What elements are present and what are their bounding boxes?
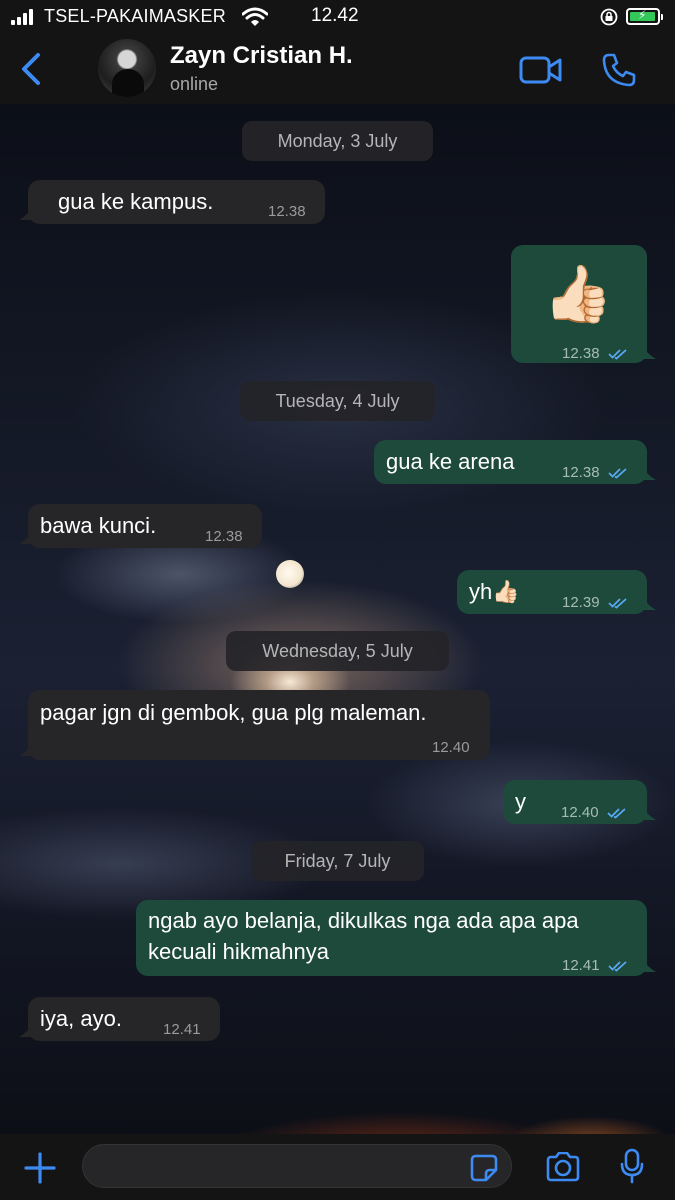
camera-icon[interactable] bbox=[545, 1152, 581, 1182]
bubble-tail bbox=[19, 530, 33, 544]
message-input[interactable] bbox=[82, 1144, 512, 1188]
message-time: 12.38 bbox=[205, 528, 243, 545]
read-receipt-icon bbox=[608, 961, 627, 972]
message-time: 12.40 bbox=[561, 799, 627, 827]
message-text-line-2: kecuali hikmahnya bbox=[148, 939, 329, 964]
message-time: 12.38 bbox=[268, 203, 306, 220]
outgoing-message[interactable]: gua ke arena 12.38 bbox=[374, 440, 656, 487]
date-separator: Tuesday, 4 July bbox=[240, 381, 435, 421]
incoming-message[interactable]: bawa kunci. 12.38 bbox=[19, 504, 262, 548]
back-button[interactable] bbox=[16, 52, 46, 86]
battery-icon: ⚡ bbox=[626, 8, 663, 25]
chat-messages[interactable]: Monday, 3 July gua ke kampus. 12.38 👍🏻 1… bbox=[0, 104, 675, 1134]
plus-icon[interactable] bbox=[24, 1152, 56, 1184]
bubble-tail bbox=[642, 806, 656, 820]
video-camera-icon[interactable] bbox=[519, 56, 563, 84]
message-text: y bbox=[515, 789, 526, 814]
message-time: 12.38 bbox=[562, 340, 628, 368]
message-time: 12.41 bbox=[562, 952, 628, 980]
bubble-tail bbox=[642, 345, 656, 359]
message-text-line-1: ngab ayo belanja, dikulkas nga ada apa a… bbox=[148, 908, 579, 933]
message-text: bawa kunci. bbox=[40, 513, 157, 538]
message-time: 12.41 bbox=[163, 1021, 201, 1038]
read-receipt-icon bbox=[607, 808, 626, 819]
carrier-name: TSEL-PAKAIMASKER bbox=[44, 6, 226, 26]
bubble-tail bbox=[19, 206, 33, 220]
rotation-lock-icon bbox=[600, 8, 618, 26]
message-text: pagar jgn di gembok, gua plg maleman. bbox=[40, 700, 427, 725]
incoming-message[interactable]: pagar jgn di gembok, gua plg maleman. 12… bbox=[19, 690, 490, 760]
bubble-tail bbox=[19, 742, 33, 756]
contact-name[interactable]: Zayn Cristian H. bbox=[170, 42, 353, 70]
sticker-icon[interactable] bbox=[470, 1154, 498, 1182]
message-input-bar bbox=[0, 1134, 675, 1200]
message-text: gua ke arena bbox=[386, 449, 515, 474]
chat-header: Zayn Cristian H. online bbox=[0, 34, 675, 104]
wifi-icon bbox=[242, 7, 268, 26]
thumbs-up-emoji: 👍🏻 bbox=[543, 262, 613, 325]
outgoing-message[interactable]: 👍🏻 12.38 bbox=[511, 245, 656, 363]
status-bar: TSEL-PAKAIMASKER 12.42 ⚡ bbox=[0, 0, 675, 34]
incoming-message[interactable]: iya, ayo. 12.41 bbox=[19, 997, 220, 1041]
date-separator: Monday, 3 July bbox=[242, 121, 433, 161]
incoming-message[interactable]: gua ke kampus. 12.38 bbox=[19, 180, 325, 224]
read-receipt-icon bbox=[608, 349, 627, 360]
message-time: 12.38 bbox=[562, 459, 628, 487]
signal-strength-icon bbox=[11, 9, 37, 25]
status-time: 12.42 bbox=[311, 5, 359, 26]
message-text: gua ke kampus. bbox=[58, 189, 214, 214]
message-text: yh👍🏻 bbox=[469, 579, 520, 604]
read-receipt-icon bbox=[608, 598, 627, 609]
contact-avatar[interactable] bbox=[98, 39, 156, 97]
date-separator: Friday, 7 July bbox=[251, 841, 424, 881]
bubble-tail bbox=[642, 466, 656, 480]
microphone-icon[interactable] bbox=[620, 1148, 644, 1184]
contact-status: online bbox=[170, 74, 219, 94]
phone-icon[interactable] bbox=[601, 52, 637, 88]
outgoing-message[interactable]: yh👍🏻 12.39 bbox=[457, 570, 656, 617]
bubble-tail bbox=[642, 958, 656, 972]
date-separator: Wednesday, 5 July bbox=[226, 631, 449, 671]
message-text: iya, ayo. bbox=[40, 1006, 122, 1031]
outgoing-message[interactable]: ngab ayo belanja, dikulkas nga ada apa a… bbox=[136, 900, 656, 976]
bubble-tail bbox=[642, 596, 656, 610]
read-receipt-icon bbox=[608, 468, 627, 479]
message-time: 12.39 bbox=[562, 589, 628, 617]
bubble-tail bbox=[19, 1023, 33, 1037]
message-time: 12.40 bbox=[432, 739, 470, 756]
outgoing-message[interactable]: y 12.40 bbox=[503, 780, 656, 827]
